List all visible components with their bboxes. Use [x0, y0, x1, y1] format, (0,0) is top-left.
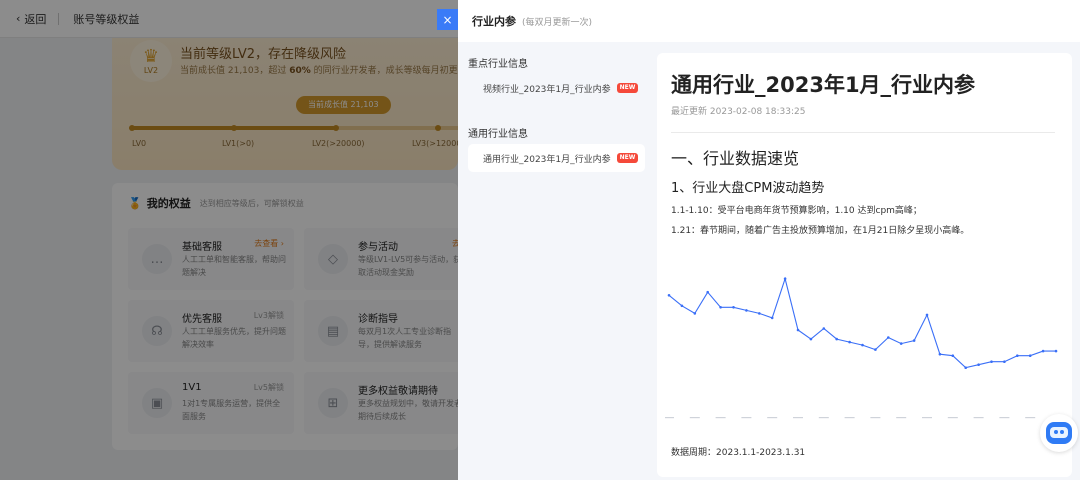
x-tick	[664, 417, 674, 419]
data-point	[770, 316, 774, 320]
data-point	[693, 312, 697, 315]
data-point	[796, 328, 800, 332]
data-point	[783, 277, 787, 280]
x-tick	[741, 417, 752, 419]
x-tick	[818, 417, 829, 419]
data-period: 数据周期：2023.1.1-2023.1.31	[671, 448, 806, 458]
new-badge: NEW	[616, 83, 639, 93]
close-icon: ×	[442, 12, 453, 27]
assistant-robot-button[interactable]	[1040, 414, 1078, 452]
x-tick	[715, 417, 726, 419]
x-tick	[896, 417, 907, 419]
data-point	[990, 360, 993, 363]
data-point	[745, 309, 748, 312]
x-tick	[947, 417, 958, 419]
section-heading: 一、行业数据速览	[671, 149, 800, 168]
data-point	[899, 342, 903, 345]
data-point	[667, 294, 671, 297]
data-point	[680, 304, 684, 308]
data-point	[861, 343, 864, 347]
drawer-header: 行业内参 (每双月更新一次)	[458, 0, 1080, 42]
data-point	[809, 337, 813, 341]
x-tick	[973, 417, 984, 419]
x-tick	[999, 417, 1010, 419]
data-point	[977, 363, 980, 366]
data-point	[1003, 360, 1006, 363]
sidebar-group-label: 通用行业信息	[468, 129, 528, 140]
data-point	[964, 366, 967, 369]
subsection-heading: 1、行业大盘CPM波动趋势	[671, 181, 825, 196]
paragraph: 1.1-1.10：受平台电商年货节预算影响，1.10 达到cpm高峰；	[671, 206, 922, 216]
cpm-trend-svg	[664, 276, 1061, 419]
sidebar-item-video-industry[interactable]: 视频行业_2023年1月_行业内参 NEW	[468, 74, 645, 102]
data-point	[1028, 354, 1032, 357]
data-point	[1041, 349, 1045, 353]
new-badge: NEW	[616, 153, 639, 163]
series-line	[668, 276, 1056, 369]
close-drawer-button[interactable]: ×	[437, 9, 458, 30]
data-point	[732, 306, 735, 309]
sidebar-group-label: 重点行业信息	[468, 59, 528, 70]
x-tick	[844, 417, 855, 419]
drawer-title: 行业内参	[472, 15, 516, 28]
x-tick	[922, 417, 932, 419]
robot-icon	[1046, 422, 1072, 444]
data-point	[719, 306, 722, 309]
article-panel: 通用行业_2023年1月_行业内参 最近更新 2023-02-08 18:33:…	[657, 53, 1072, 477]
x-tick	[793, 417, 803, 419]
x-tick	[1025, 417, 1036, 419]
cpm-trend-chart	[664, 246, 1061, 431]
data-point	[835, 337, 838, 341]
x-tick	[689, 417, 700, 419]
paragraph: 1.21：春节期间，随着广告主投放预算增加，在1月21日除夕呈现小高峰。	[671, 226, 970, 236]
data-point	[822, 327, 826, 330]
data-point	[887, 336, 890, 339]
drawer-sidebar: 重点行业信息 视频行业_2023年1月_行业内参 NEW 通用行业信息 通用行业…	[458, 42, 656, 480]
article-updated: 最近更新 2023-02-08 18:33:25	[671, 107, 806, 117]
modal-overlay[interactable]	[0, 0, 458, 480]
data-point	[706, 290, 709, 294]
industry-insights-drawer: 行业内参 (每双月更新一次) 重点行业信息 视频行业_2023年1月_行业内参 …	[458, 0, 1080, 480]
data-point	[758, 312, 761, 315]
x-tick	[767, 417, 778, 419]
sidebar-item-general-industry[interactable]: 通用行业_2023年1月_行业内参 NEW	[468, 144, 645, 172]
x-tick	[870, 417, 881, 419]
data-point	[874, 348, 877, 351]
data-point	[1054, 349, 1058, 353]
data-point	[925, 313, 929, 317]
data-point	[912, 339, 916, 342]
data-point	[1016, 354, 1019, 357]
data-point	[848, 340, 851, 344]
drawer-subtitle: (每双月更新一次)	[522, 17, 593, 28]
divider	[671, 132, 1055, 133]
article-title: 通用行业_2023年1月_行业内参	[671, 73, 976, 97]
data-point	[938, 352, 942, 356]
data-point	[951, 354, 955, 357]
